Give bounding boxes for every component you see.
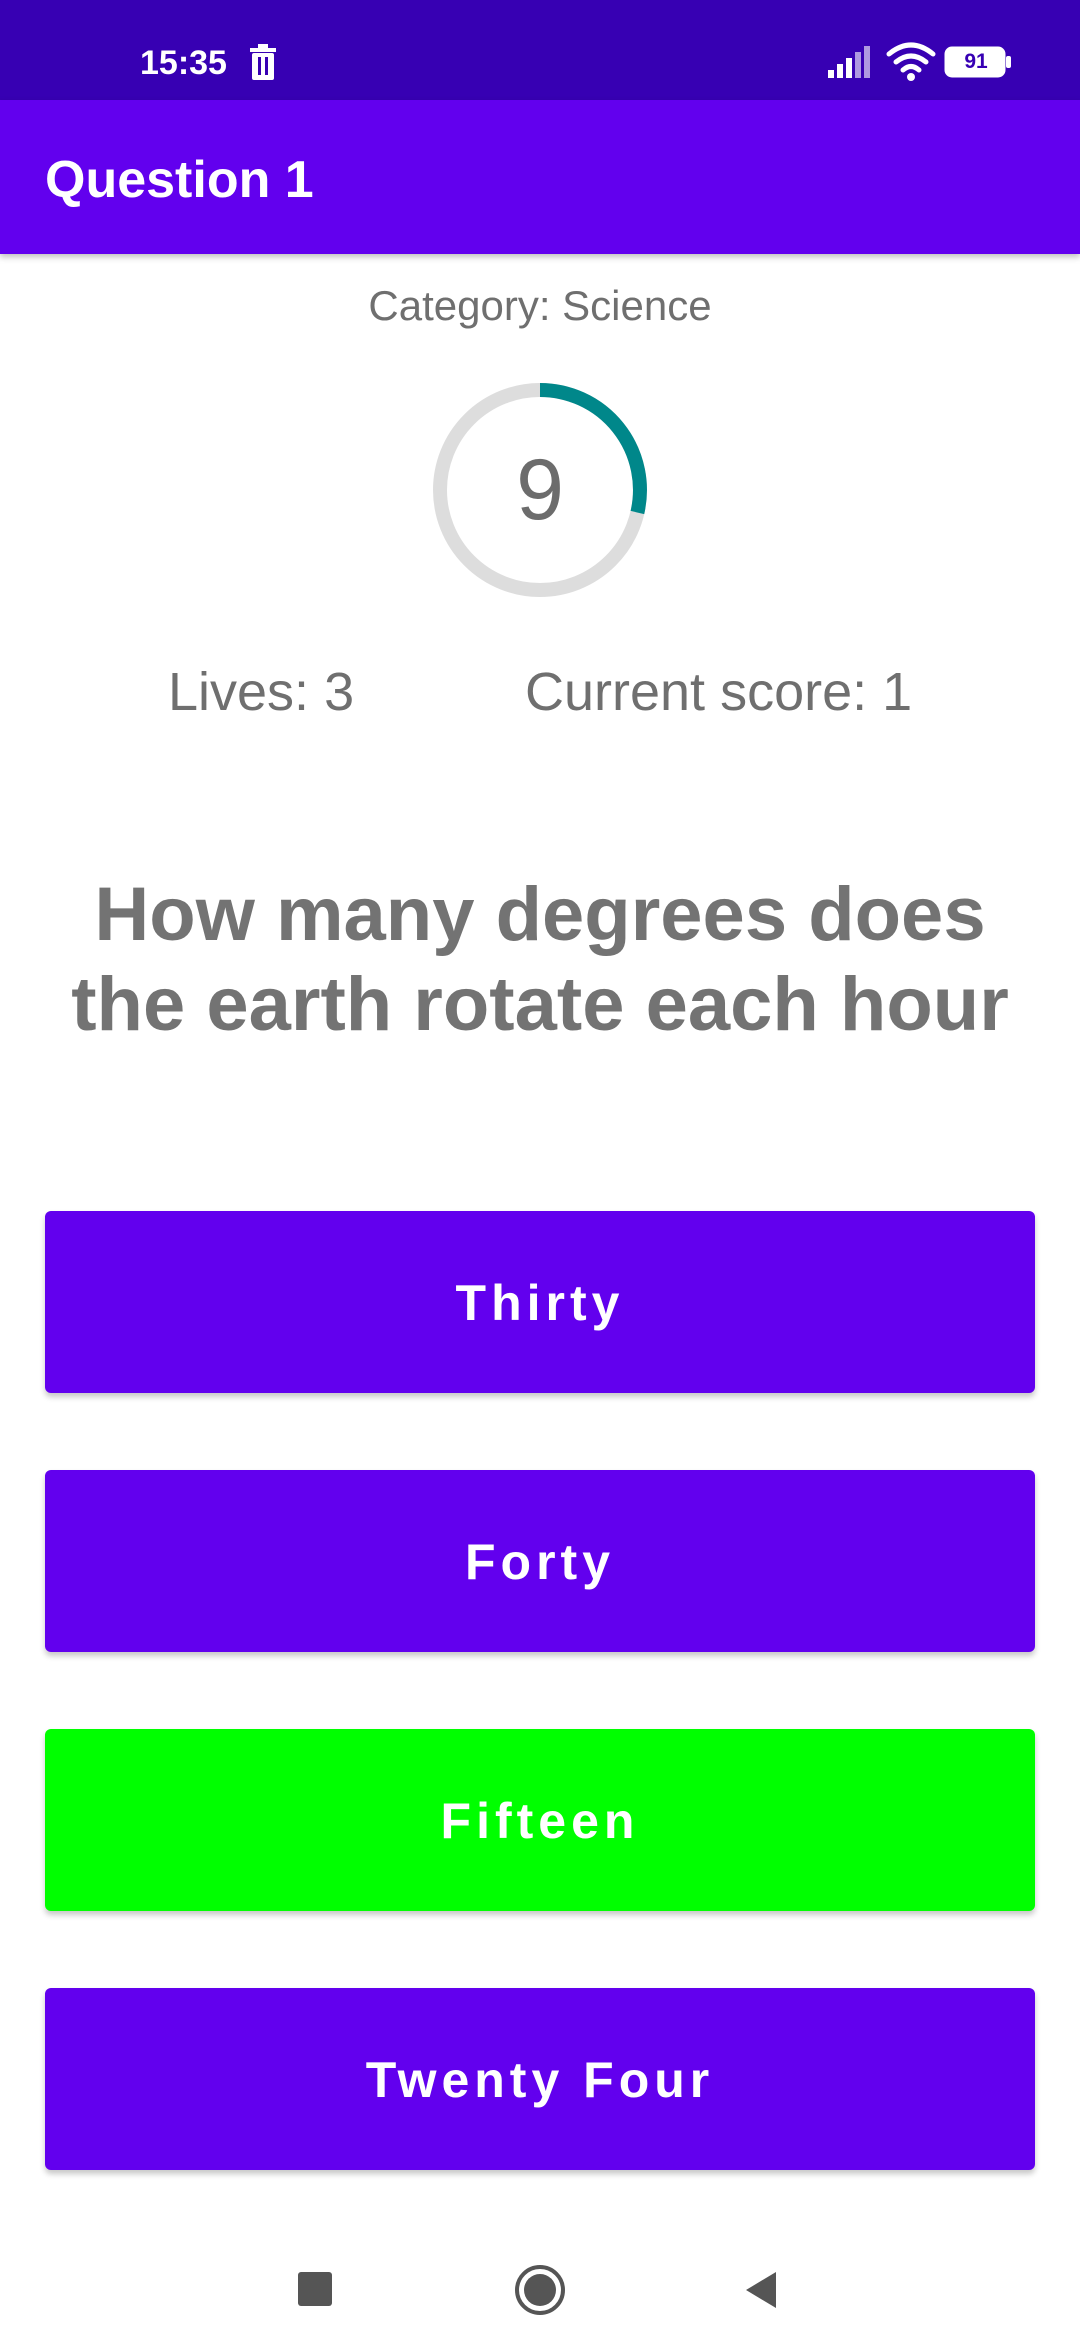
answer-button-twenty-four[interactable]: Twenty Four <box>45 1988 1035 2170</box>
home-icon[interactable] <box>514 2264 566 2316</box>
status-time: 15:35 <box>140 44 227 82</box>
back-icon[interactable] <box>742 2270 778 2310</box>
category-label: Category: Science <box>368 282 712 329</box>
recents-icon[interactable] <box>298 2272 332 2306</box>
lives-label: Lives: 3 <box>168 662 355 722</box>
app-bar: Question 1 <box>0 100 1080 254</box>
page-title: Question 1 <box>45 151 314 209</box>
wifi-icon <box>886 42 936 81</box>
navigation-bar <box>0 2220 1080 2340</box>
answer-button-fifteen[interactable]: Fifteen <box>45 1729 1035 1911</box>
signal-icon <box>828 46 870 78</box>
trash-icon <box>250 44 276 80</box>
answer-button-forty[interactable]: Forty <box>45 1470 1035 1652</box>
battery-level: 91 <box>964 50 988 73</box>
timer-value: 9 <box>516 442 564 538</box>
answer-button-thirty[interactable]: Thirty <box>45 1211 1035 1393</box>
status-bar: 15:35 91 <box>0 0 1080 100</box>
question-text: How many degrees does the earth rotate e… <box>71 872 1009 1047</box>
score-label: Current score: 1 <box>525 662 913 722</box>
